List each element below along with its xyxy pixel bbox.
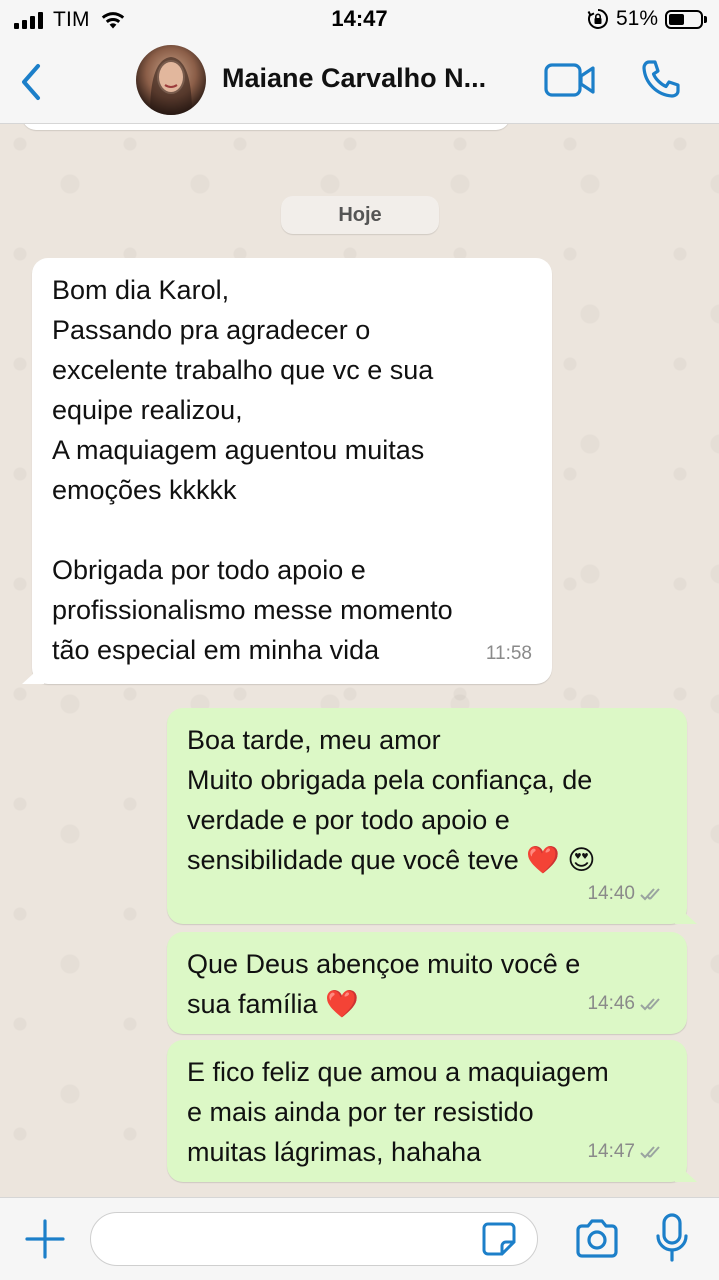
bubble-tail	[22, 664, 44, 684]
message-time: 14:47	[587, 1141, 635, 1162]
battery-icon	[665, 9, 707, 29]
read-ticks-icon	[640, 888, 660, 901]
status-bar: TIM 14:47 51%	[0, 0, 719, 40]
chat-header: Maiane Carvalho N...	[0, 40, 719, 124]
voice-message-button microphone-icon[interactable]	[654, 1212, 690, 1264]
message-meta: 11:58	[486, 634, 532, 674]
voice-call-button phone-icon[interactable]	[640, 58, 682, 100]
sticker-button sticker-icon[interactable]	[480, 1220, 518, 1258]
message-outgoing[interactable]: Que Deus abençoe muito você e sua famíli…	[167, 932, 687, 1034]
chat-area[interactable]: Hoje Bom dia Karol, Passando pra agradec…	[0, 124, 719, 1197]
contact-name[interactable]: Maiane Carvalho N...	[222, 63, 522, 94]
battery-percent: 51%	[615, 7, 658, 30]
avatar-image	[150, 57, 192, 115]
camera-button camera-icon[interactable]	[574, 1218, 620, 1260]
message-composer	[0, 1197, 719, 1280]
read-ticks-icon	[640, 998, 660, 1011]
attach-button plus-icon[interactable]	[24, 1218, 66, 1260]
message-meta: 14:47	[587, 1132, 667, 1172]
message-time: 14:40	[587, 883, 635, 904]
previous-message-bubble	[22, 124, 510, 130]
message-meta: 14:46	[587, 984, 667, 1024]
message-text: Bom dia Karol, Passando pra agradecer o …	[52, 275, 453, 665]
message-outgoing[interactable]: Boa tarde, meu amor Muito obrigada pela …	[167, 708, 697, 924]
message-time: 11:58	[485, 643, 532, 664]
message-text: Boa tarde, meu amor Muito obrigada pela …	[187, 725, 596, 875]
message-time: 14:46	[587, 993, 635, 1014]
back-button chevron-left-icon[interactable]	[14, 60, 48, 104]
bubble-tail	[675, 1162, 697, 1182]
message-incoming[interactable]: Bom dia Karol, Passando pra agradecer o …	[22, 258, 552, 684]
message-input[interactable]	[90, 1212, 538, 1266]
avatar[interactable]	[136, 45, 206, 115]
date-separator: Hoje	[281, 196, 439, 234]
battery-level	[669, 13, 684, 25]
status-right: 51%	[587, 7, 707, 31]
video-call-button video-camera-icon[interactable]	[544, 62, 596, 98]
bubble-tail	[675, 904, 697, 924]
message-outgoing[interactable]: E fico feliz que amou a maquiagem e mais…	[167, 1040, 697, 1182]
read-ticks-icon	[640, 1146, 660, 1159]
rotation-lock-icon	[587, 9, 608, 29]
message-meta: 14:40	[587, 874, 667, 914]
